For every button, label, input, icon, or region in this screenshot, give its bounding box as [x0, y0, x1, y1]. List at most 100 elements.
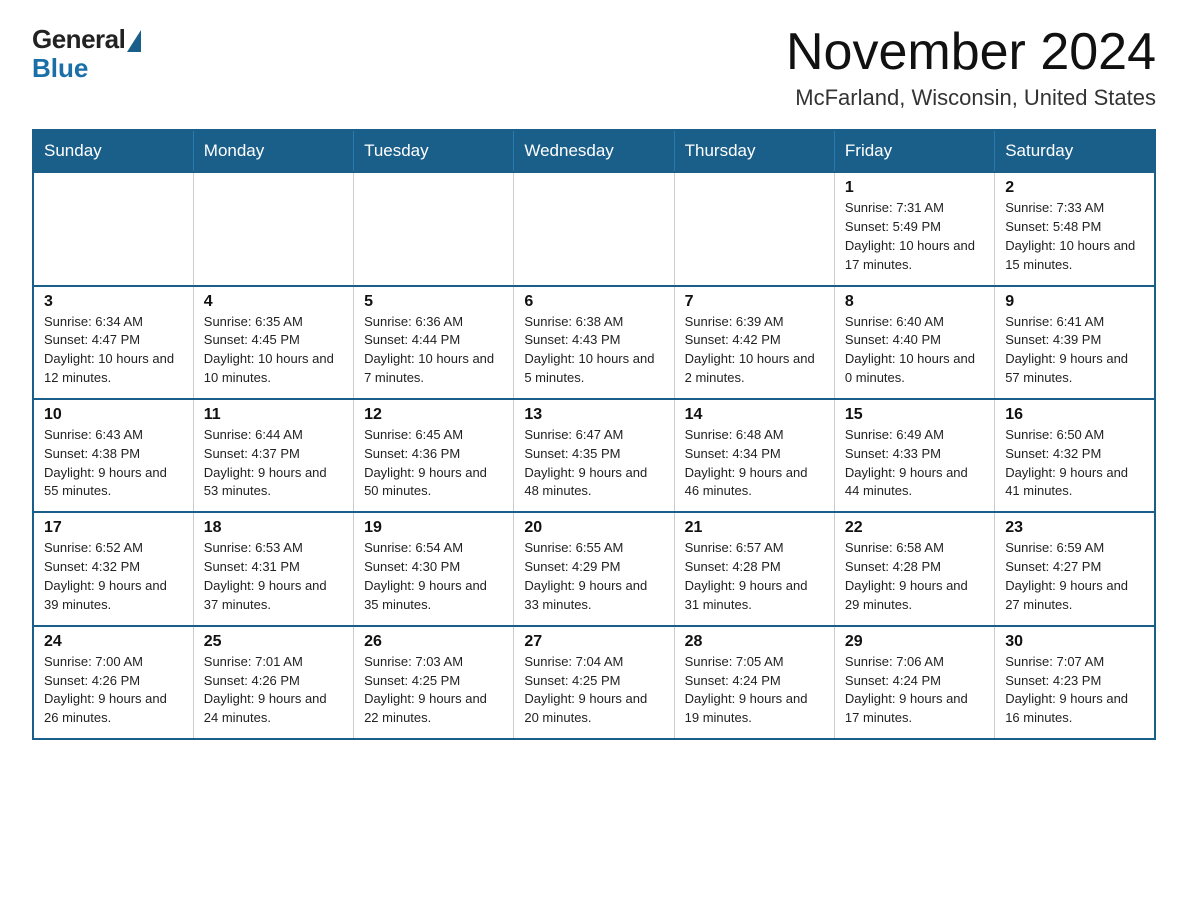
- day-info: Sunrise: 6:43 AM Sunset: 4:38 PM Dayligh…: [44, 426, 183, 501]
- day-info: Sunrise: 6:36 AM Sunset: 4:44 PM Dayligh…: [364, 313, 503, 388]
- day-info: Sunrise: 6:50 AM Sunset: 4:32 PM Dayligh…: [1005, 426, 1144, 501]
- logo-blue-text: Blue: [32, 53, 88, 84]
- page-header: General Blue November 2024 McFarland, Wi…: [32, 24, 1156, 111]
- day-of-week-header: Monday: [193, 130, 353, 172]
- calendar-day-cell: 29Sunrise: 7:06 AM Sunset: 4:24 PM Dayli…: [834, 626, 994, 739]
- day-number: 24: [44, 633, 183, 651]
- day-number: 27: [524, 633, 663, 651]
- day-info: Sunrise: 6:41 AM Sunset: 4:39 PM Dayligh…: [1005, 313, 1144, 388]
- calendar-day-cell: 23 Sunrise: 6:59 AM Sunset: 4:27 PM Dayli…: [995, 512, 1155, 625]
- logo-triangle-icon: [127, 30, 141, 52]
- day-number: 14: [685, 406, 824, 424]
- day-info: Sunrise: 6:35 AM Sunset: 4:45 PM Dayligh…: [204, 313, 343, 388]
- calendar-day-cell: 24 Sunrise: 7:00 AM Sunset: 4:26 PM Dayli…: [33, 626, 193, 739]
- calendar-day-cell: 16 Sunrise: 6:50 AM Sunset: 4:32 PM Dayli…: [995, 399, 1155, 512]
- day-number: 25: [204, 633, 343, 651]
- day-number: 10: [44, 406, 183, 424]
- calendar-day-cell: 1 Sunrise: 7:31 AM Sunset: 5:49 PM Daylig…: [834, 172, 994, 285]
- calendar-day-cell: 8 Sunrise: 6:40 AM Sunset: 4:40 PM Daylig…: [834, 286, 994, 399]
- title-block: November 2024 McFarland, Wisconsin, Unit…: [786, 24, 1156, 111]
- day-number: 16: [1005, 406, 1144, 424]
- day-number: 29: [845, 633, 984, 651]
- day-number: 20: [524, 519, 663, 537]
- day-of-week-header: Tuesday: [354, 130, 514, 172]
- day-of-week-header: Saturday: [995, 130, 1155, 172]
- day-info: Sunrise: 7:05 AM Sunset: 4:24 PM Dayligh…: [685, 653, 824, 728]
- calendar-day-cell: 15 Sunrise: 6:49 AM Sunset: 4:33 PM Dayli…: [834, 399, 994, 512]
- calendar-title: November 2024: [786, 24, 1156, 81]
- calendar-day-cell: 2 Sunrise: 7:33 AM Sunset: 5:48 PM Daylig…: [995, 172, 1155, 285]
- day-info: Sunrise: 7:31 AM Sunset: 5:49 PM Dayligh…: [845, 199, 984, 274]
- calendar-week-row: 1 Sunrise: 7:31 AM Sunset: 5:49 PM Daylig…: [33, 172, 1155, 285]
- day-number: 11: [204, 406, 343, 424]
- day-info: Sunrise: 6:34 AM Sunset: 4:47 PM Dayligh…: [44, 313, 183, 388]
- calendar-day-cell: 19 Sunrise: 6:54 AM Sunset: 4:30 PM Dayli…: [354, 512, 514, 625]
- calendar-week-row: 17 Sunrise: 6:52 AM Sunset: 4:32 PM Dayli…: [33, 512, 1155, 625]
- day-number: 4: [204, 293, 343, 311]
- calendar-day-cell: 11 Sunrise: 6:44 AM Sunset: 4:37 PM Dayli…: [193, 399, 353, 512]
- day-number: 1: [845, 179, 984, 197]
- day-info: Sunrise: 7:07 AM Sunset: 4:23 PM Dayligh…: [1005, 653, 1144, 728]
- logo: General Blue: [32, 24, 141, 84]
- day-number: 7: [685, 293, 824, 311]
- day-number: 6: [524, 293, 663, 311]
- calendar-day-cell: [354, 172, 514, 285]
- calendar-day-cell: 30 Sunrise: 7:07 AM Sunset: 4:23 PM Dayli…: [995, 626, 1155, 739]
- day-info: Sunrise: 7:01 AM Sunset: 4:26 PM Dayligh…: [204, 653, 343, 728]
- calendar-week-row: 24 Sunrise: 7:00 AM Sunset: 4:26 PM Dayli…: [33, 626, 1155, 739]
- day-number: 13: [524, 406, 663, 424]
- day-info: Sunrise: 6:44 AM Sunset: 4:37 PM Dayligh…: [204, 426, 343, 501]
- day-number: 8: [845, 293, 984, 311]
- day-info: Sunrise: 6:49 AM Sunset: 4:33 PM Dayligh…: [845, 426, 984, 501]
- calendar-day-cell: 27 Sunrise: 7:04 AM Sunset: 4:25 PM Dayli…: [514, 626, 674, 739]
- day-number: 17: [44, 519, 183, 537]
- day-info: Sunrise: 6:58 AM Sunset: 4:28 PM Dayligh…: [845, 539, 984, 614]
- day-info: Sunrise: 6:38 AM Sunset: 4:43 PM Dayligh…: [524, 313, 663, 388]
- calendar-day-cell: 4 Sunrise: 6:35 AM Sunset: 4:45 PM Daylig…: [193, 286, 353, 399]
- day-info: Sunrise: 6:52 AM Sunset: 4:32 PM Dayligh…: [44, 539, 183, 614]
- calendar-day-cell: 7 Sunrise: 6:39 AM Sunset: 4:42 PM Daylig…: [674, 286, 834, 399]
- calendar-day-cell: 12 Sunrise: 6:45 AM Sunset: 4:36 PM Dayli…: [354, 399, 514, 512]
- calendar-day-cell: 22 Sunrise: 6:58 AM Sunset: 4:28 PM Dayli…: [834, 512, 994, 625]
- day-info: Sunrise: 7:03 AM Sunset: 4:25 PM Dayligh…: [364, 653, 503, 728]
- day-number: 19: [364, 519, 503, 537]
- calendar-day-cell: 21Sunrise: 6:57 AM Sunset: 4:28 PM Dayli…: [674, 512, 834, 625]
- calendar-week-row: 3 Sunrise: 6:34 AM Sunset: 4:47 PM Daylig…: [33, 286, 1155, 399]
- day-info: Sunrise: 7:00 AM Sunset: 4:26 PM Dayligh…: [44, 653, 183, 728]
- calendar-day-cell: [674, 172, 834, 285]
- logo-general-text: General: [32, 24, 125, 55]
- day-info: Sunrise: 6:48 AM Sunset: 4:34 PM Dayligh…: [685, 426, 824, 501]
- day-info: Sunrise: 6:47 AM Sunset: 4:35 PM Dayligh…: [524, 426, 663, 501]
- day-number: 28: [685, 633, 824, 651]
- calendar-day-cell: 3 Sunrise: 6:34 AM Sunset: 4:47 PM Daylig…: [33, 286, 193, 399]
- day-number: 26: [364, 633, 503, 651]
- day-info: Sunrise: 6:57 AM Sunset: 4:28 PM Dayligh…: [685, 539, 824, 614]
- calendar-day-cell: 17 Sunrise: 6:52 AM Sunset: 4:32 PM Dayli…: [33, 512, 193, 625]
- day-of-week-header: Sunday: [33, 130, 193, 172]
- calendar-day-cell: 14 Sunrise: 6:48 AM Sunset: 4:34 PM Dayli…: [674, 399, 834, 512]
- day-info: Sunrise: 6:39 AM Sunset: 4:42 PM Dayligh…: [685, 313, 824, 388]
- day-number: 22: [845, 519, 984, 537]
- day-number: 15: [845, 406, 984, 424]
- day-info: Sunrise: 7:33 AM Sunset: 5:48 PM Dayligh…: [1005, 199, 1144, 274]
- day-info: Sunrise: 6:45 AM Sunset: 4:36 PM Dayligh…: [364, 426, 503, 501]
- calendar-day-cell: 28 Sunrise: 7:05 AM Sunset: 4:24 PM Dayli…: [674, 626, 834, 739]
- calendar-day-cell: 25 Sunrise: 7:01 AM Sunset: 4:26 PM Dayli…: [193, 626, 353, 739]
- calendar-day-cell: [193, 172, 353, 285]
- day-number: 2: [1005, 179, 1144, 197]
- day-info: Sunrise: 6:40 AM Sunset: 4:40 PM Dayligh…: [845, 313, 984, 388]
- calendar-header-row: SundayMondayTuesdayWednesdayThursdayFrid…: [33, 130, 1155, 172]
- day-info: Sunrise: 6:54 AM Sunset: 4:30 PM Dayligh…: [364, 539, 503, 614]
- day-number: 23: [1005, 519, 1144, 537]
- day-number: 3: [44, 293, 183, 311]
- calendar-week-row: 10 Sunrise: 6:43 AM Sunset: 4:38 PM Dayli…: [33, 399, 1155, 512]
- day-of-week-header: Wednesday: [514, 130, 674, 172]
- day-info: Sunrise: 7:04 AM Sunset: 4:25 PM Dayligh…: [524, 653, 663, 728]
- calendar-day-cell: [514, 172, 674, 285]
- day-info: Sunrise: 6:59 AM Sunset: 4:27 PM Dayligh…: [1005, 539, 1144, 614]
- calendar-table: SundayMondayTuesdayWednesdayThursdayFrid…: [32, 129, 1156, 740]
- day-number: 12: [364, 406, 503, 424]
- day-number: 30: [1005, 633, 1144, 651]
- calendar-day-cell: 18Sunrise: 6:53 AM Sunset: 4:31 PM Dayli…: [193, 512, 353, 625]
- calendar-day-cell: 10 Sunrise: 6:43 AM Sunset: 4:38 PM Dayli…: [33, 399, 193, 512]
